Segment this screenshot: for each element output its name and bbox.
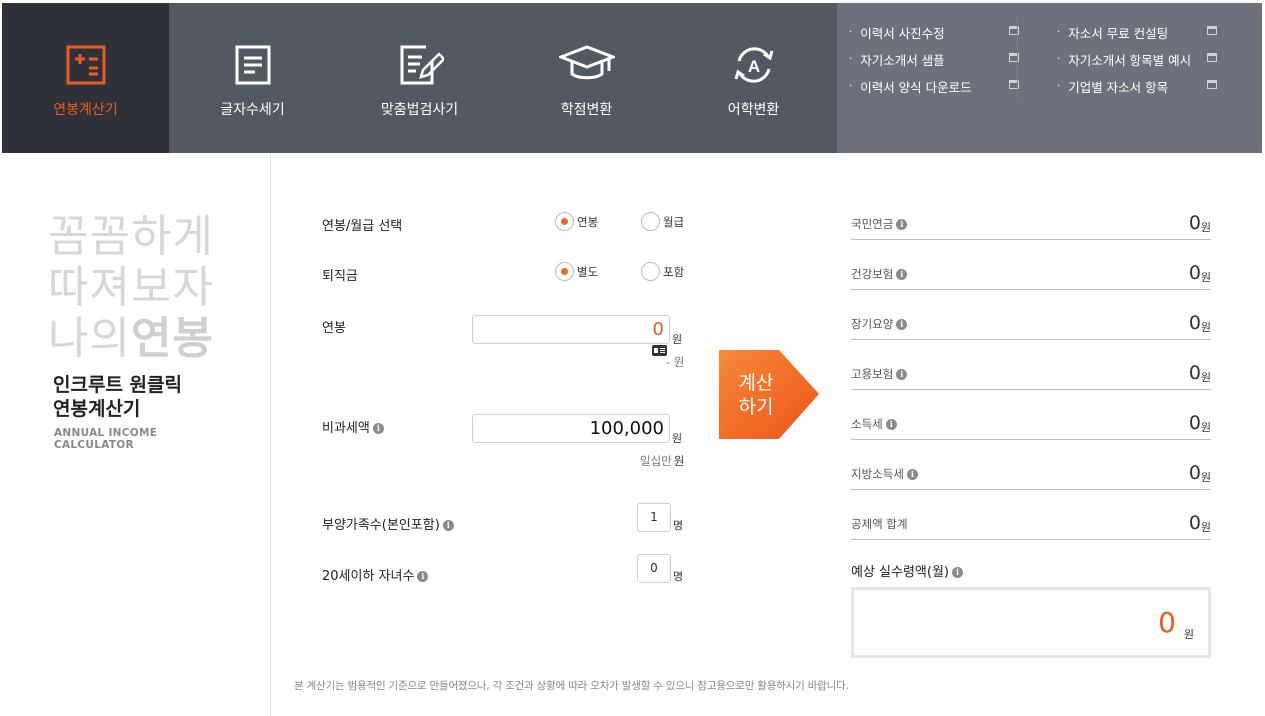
tool-label: 학점변환 xyxy=(560,102,613,118)
quick-links-right: · 자소서 무료 컨설팅 · 자기소개서 항목별 예시 · 기업별 자소서 항목 xyxy=(1057,19,1217,100)
quick-link-resume-download[interactable]: · 이력서 양식 다운로드 xyxy=(849,73,1019,100)
page-subtitle: ANNUAL INCOME CALCULATOR xyxy=(54,427,158,451)
salary-calculator-icon xyxy=(66,45,105,85)
tool-salary-calculator[interactable]: 연봉계산기 xyxy=(2,3,169,153)
window-icon xyxy=(1207,80,1217,89)
quick-link-free-consulting[interactable]: · 자소서 무료 컨설팅 xyxy=(1057,19,1217,46)
tool-character-count[interactable]: 글자수세기 xyxy=(169,3,336,153)
page-title: 인크루트 원클릭 연봉계산기 xyxy=(53,374,182,420)
children-unit: 명 xyxy=(673,570,684,583)
graduation-cap-icon xyxy=(558,45,615,80)
divider xyxy=(1017,17,1018,99)
window-icon xyxy=(1207,53,1217,62)
info-icon[interactable]: i xyxy=(442,520,454,531)
quick-links-left: · 이력서 사진수정 · 자기소개서 샘플 · 이력서 양식 다운로드 xyxy=(849,19,1019,100)
info-icon[interactable]: i xyxy=(885,419,897,430)
quick-link-company-items[interactable]: · 기업별 자소서 항목 xyxy=(1057,73,1217,100)
tool-grade-convert[interactable]: 학점변환 xyxy=(503,3,670,153)
nontax-input[interactable]: 100,000 xyxy=(472,414,670,443)
radio-severance-separate[interactable]: 별도 xyxy=(555,262,598,281)
nontax-korean-text: 일십만 원 xyxy=(640,454,685,468)
radio-indicator xyxy=(555,212,574,231)
quick-link-photo-edit[interactable]: · 이력서 사진수정 xyxy=(849,19,1019,46)
severance-label: 퇴직금 xyxy=(322,269,358,284)
result-long-term-care: 장기요양 i 0 원 xyxy=(851,302,1211,340)
salary-unit: 원 xyxy=(672,333,683,346)
language-convert-icon: A xyxy=(734,47,773,83)
quick-links-panel: · 이력서 사진수정 · 자기소개서 샘플 · 이력서 양식 다운로드 · 자소… xyxy=(837,3,1262,153)
result-income-tax: 소득세 i 0 원 xyxy=(851,402,1211,440)
pay-type-label: 연봉/월급 선택 xyxy=(322,219,403,234)
radio-severance-included[interactable]: 포함 xyxy=(641,262,684,281)
expected-net-box: 0 원 xyxy=(851,587,1211,658)
result-health-insurance: 건강보험 i 0 원 xyxy=(851,252,1211,290)
info-icon[interactable]: i xyxy=(896,319,908,330)
salary-korean-text: - 원 xyxy=(666,355,685,369)
children-input[interactable]: 0 xyxy=(637,554,671,583)
expected-net-label: 예상 실수령액(월) i xyxy=(851,561,963,580)
calculate-button[interactable]: 계산 하기 xyxy=(719,350,819,439)
quick-link-cover-letter-sample[interactable]: · 자기소개서 샘플 xyxy=(849,46,1019,73)
result-employment-insurance: 고용보험 i 0 원 xyxy=(851,352,1211,390)
tool-language-convert[interactable]: A 어학변환 xyxy=(670,3,837,153)
top-navigation: 연봉계산기 글자수세기 맞춤법검사기 학점변환 A 어학변환 · 이력서 사진수… xyxy=(2,3,1262,153)
svg-text:A: A xyxy=(747,57,759,76)
quick-link-item-examples[interactable]: · 자기소개서 항목별 예시 xyxy=(1057,46,1217,73)
tool-label: 어학변환 xyxy=(727,102,780,118)
result-local-income-tax: 지방소득세 i 0 원 xyxy=(851,452,1211,490)
children-label: 20세이하 자녀수 i xyxy=(322,565,429,584)
dependents-input[interactable]: 1 xyxy=(637,503,671,532)
expected-net-value: 0 xyxy=(1158,606,1176,639)
tool-label: 글자수세기 xyxy=(220,102,285,118)
spell-check-icon xyxy=(400,45,444,85)
brand-panel: 꼼꼼하게 따져보자 나의연봉 인크루트 원클릭 연봉계산기 ANNUAL INC… xyxy=(0,153,271,716)
tool-spell-check[interactable]: 맞춤법검사기 xyxy=(336,3,503,153)
radio-indicator xyxy=(555,262,574,281)
window-icon xyxy=(1207,26,1217,35)
result-total-deduction: 공제액 합계 0 원 xyxy=(851,502,1211,540)
info-icon[interactable]: i xyxy=(372,423,384,434)
radio-annual[interactable]: 연봉 xyxy=(555,212,598,231)
dependents-label: 부양가족수(본인포함) i xyxy=(322,514,454,533)
info-icon[interactable]: i xyxy=(952,567,963,578)
salary-label: 연봉 xyxy=(322,321,346,336)
character-count-icon xyxy=(235,45,270,85)
nontax-unit: 원 xyxy=(672,432,683,445)
info-icon[interactable]: i xyxy=(417,571,429,582)
slogan: 꼼꼼하게 따져보자 나의연봉 xyxy=(48,211,214,364)
radio-monthly[interactable]: 월급 xyxy=(641,212,684,231)
id-card-icon xyxy=(652,345,667,356)
disclaimer-text: 본 계산기는 범용적인 기준으로 만들어졌으나, 각 조건과 상황에 따라 오차… xyxy=(294,680,849,692)
info-icon[interactable]: i xyxy=(896,219,908,230)
tool-label: 맞춤법검사기 xyxy=(380,102,459,118)
salary-input[interactable]: 0 xyxy=(472,315,670,344)
info-icon[interactable]: i xyxy=(906,469,918,480)
nontax-label: 비과세액 i xyxy=(322,417,384,436)
tool-label: 연봉계산기 xyxy=(53,102,118,118)
radio-indicator xyxy=(641,212,660,231)
radio-indicator xyxy=(641,262,660,281)
result-national-pension: 국민연금 i 0 원 xyxy=(851,202,1211,240)
info-icon[interactable]: i xyxy=(896,269,908,280)
info-icon[interactable]: i xyxy=(896,369,908,380)
dependents-unit: 명 xyxy=(673,519,684,532)
